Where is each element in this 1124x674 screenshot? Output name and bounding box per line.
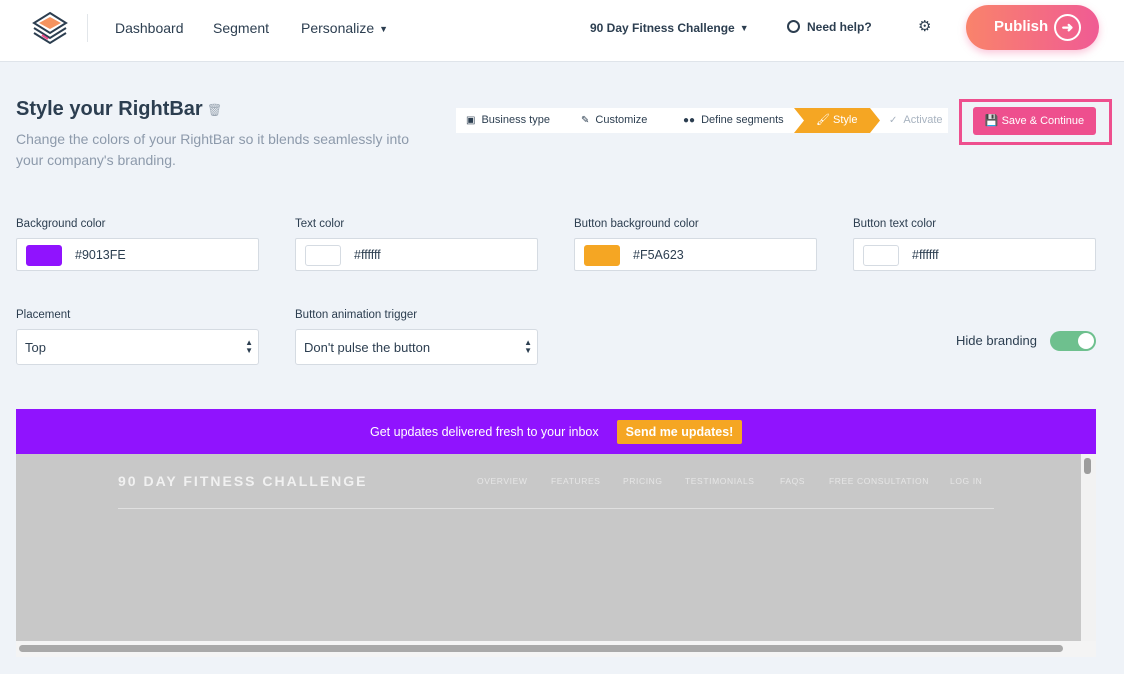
button-bg-color-swatch[interactable] [584, 245, 620, 266]
top-navigation: Dashboard Segment Personalize ▼ 90 Day Fi… [0, 0, 1124, 62]
bg-color-swatch[interactable] [26, 245, 62, 266]
chevron-down-icon: ▼ [739, 23, 749, 33]
step-business-type[interactable]: ▣ Business type [466, 108, 550, 133]
placement-label: Placement [16, 309, 71, 321]
text-color-label: Text color [295, 218, 345, 230]
save-icon: 💾 [984, 115, 999, 127]
text-color-value: #ffffff [354, 248, 381, 262]
wizard-steps: ▣ Business type ✎ Customize ●● Define segme… [456, 108, 948, 133]
app-logo-icon[interactable] [30, 11, 70, 45]
save-continue-button[interactable]: 💾 Save & Continue [973, 107, 1096, 135]
users-icon: ●● [683, 115, 696, 126]
nav-personalize[interactable]: Personalize ▼ [301, 20, 388, 36]
bg-color-value: #9013FE [75, 248, 126, 262]
button-text-color-field[interactable]: #ffffff [853, 238, 1096, 271]
rightbar-preview: Get updates delivered fresh to your inbo… [16, 409, 1096, 454]
nav-segment[interactable]: Segment [213, 20, 269, 36]
text-color-field[interactable]: #ffffff [295, 238, 538, 271]
hide-branding-label: Hide branding [956, 333, 1037, 348]
nav-divider [87, 14, 88, 42]
publish-button[interactable]: Publish ➜ [966, 5, 1099, 50]
step-activate[interactable]: ✓ Activate [889, 108, 943, 133]
bg-color-field[interactable]: #9013FE [16, 238, 259, 271]
brush-icon: 🖌 [816, 114, 830, 126]
preview-site-title: 90 DAY FITNESS CHALLENGE [118, 473, 368, 489]
rightbar-text: Get updates delivered fresh to your inbo… [370, 425, 599, 439]
step-label: Activate [903, 114, 943, 126]
gear-icon[interactable]: ⚙ [918, 17, 931, 35]
chevron-down-icon: ▼ [379, 24, 389, 34]
button-bg-color-label: Button background color [574, 218, 699, 230]
button-bg-color-field[interactable]: #F5A623 [574, 238, 817, 271]
project-name: 90 Day Fitness Challenge [590, 21, 735, 35]
page-subtitle: Change the colors of your RightBar so it… [16, 131, 409, 168]
step-label: Style [833, 114, 858, 126]
placement-value: Top [25, 340, 46, 355]
nav-dashboard[interactable]: Dashboard [115, 20, 184, 36]
toggle-knob [1078, 333, 1094, 349]
button-text-color-value: #ffffff [912, 248, 939, 262]
step-label: Define segments [701, 114, 784, 126]
scroll-thumb[interactable] [1084, 458, 1091, 474]
trash-icon[interactable]: 🗑 [207, 103, 222, 117]
select-arrows-icon: ▲ ▼ [245, 338, 253, 355]
help-label: Need help? [807, 20, 872, 34]
button-bg-color-value: #F5A623 [633, 248, 684, 262]
text-color-swatch[interactable] [305, 245, 341, 266]
preview-nav-item: TESTIMONIALS [685, 476, 755, 486]
preview-nav-item: FREE CONSULTATION [829, 476, 929, 486]
lifebuoy-icon [787, 20, 800, 33]
preview-divider [118, 508, 994, 509]
pencil-icon: ✎ [581, 115, 590, 126]
arrow-right-icon: ➜ [1054, 14, 1081, 41]
briefcase-icon: ▣ [466, 115, 476, 126]
preview-horizontal-scrollbar[interactable] [16, 641, 1096, 657]
preview-nav-item: LOG IN [950, 476, 983, 486]
help-link[interactable]: Need help? [787, 20, 872, 34]
save-label: Save & Continue [1001, 115, 1085, 127]
step-label: Business type [481, 114, 550, 126]
placement-select[interactable]: Top ▲ ▼ [16, 329, 259, 365]
project-selector[interactable]: 90 Day Fitness Challenge ▼ [590, 21, 749, 35]
preview-nav-item: OVERVIEW [477, 476, 528, 486]
animation-label: Button animation trigger [295, 309, 418, 321]
preview-nav-item: PRICING [623, 476, 663, 486]
bg-color-label: Background color [16, 218, 106, 230]
animation-value: Don't pulse the button [304, 340, 431, 355]
page-title: Style your RightBar [16, 98, 203, 120]
step-customize[interactable]: ✎ Customize [581, 108, 647, 133]
step-style[interactable]: 🖌 Style [794, 108, 880, 133]
button-text-color-label: Button text color [853, 218, 937, 230]
preview-nav-item: FAQS [780, 476, 806, 486]
step-label: Customize [595, 114, 648, 126]
publish-label: Publish [994, 18, 1049, 35]
nav-personalize-label: Personalize [301, 20, 375, 36]
scroll-thumb[interactable] [19, 645, 1063, 652]
check-icon: ✓ [889, 115, 898, 126]
rightbar-button[interactable]: Send me updates! [617, 420, 742, 444]
preview-vertical-scrollbar[interactable] [1081, 454, 1096, 644]
button-text-color-swatch[interactable] [863, 245, 899, 266]
step-define-segments[interactable]: ●● Define segments [683, 108, 784, 133]
select-arrows-icon: ▲ ▼ [524, 338, 532, 355]
animation-select[interactable]: Don't pulse the button ▲ ▼ [295, 329, 538, 365]
preview-nav-item: FEATURES [551, 476, 601, 486]
hide-branding-toggle[interactable] [1050, 331, 1096, 351]
preview-frame: Get updates delivered fresh to your inbo… [16, 409, 1096, 657]
